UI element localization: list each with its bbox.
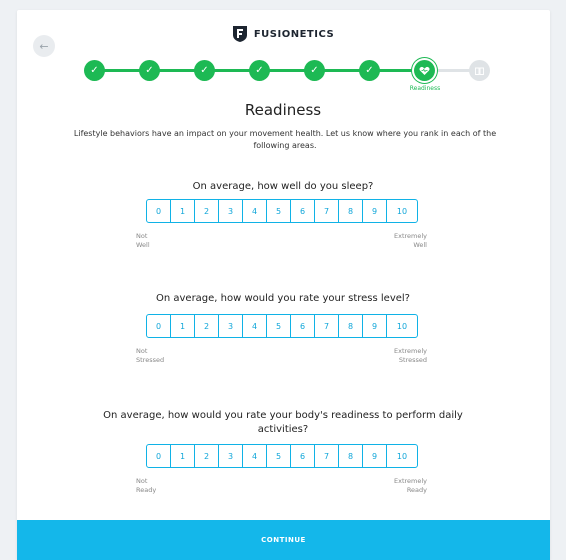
high-label-line-2: Ready — [406, 486, 427, 494]
rating-option[interactable]: 1 — [171, 200, 195, 222]
rating-option[interactable]: 6 — [291, 315, 315, 337]
rating-option[interactable]: 0 — [147, 200, 171, 222]
rating-scale-stress: 0 1 2 3 4 5 6 7 8 9 10 — [146, 314, 418, 338]
rating-option[interactable]: 4 — [243, 315, 267, 337]
rating-option[interactable]: 3 — [219, 445, 243, 467]
rating-option[interactable]: 10 — [387, 200, 417, 222]
low-label-line-1: Not — [136, 347, 148, 355]
rating-option[interactable]: 3 — [219, 315, 243, 337]
rating-option[interactable]: 10 — [387, 445, 417, 467]
continue-button[interactable]: CONTINUE — [17, 520, 550, 560]
low-label-line-2: Well — [136, 241, 150, 249]
check-icon: ✓ — [145, 65, 154, 76]
high-label-line-2: Stressed — [398, 356, 427, 364]
step-1-completed[interactable]: ✓ — [84, 60, 105, 81]
rating-option[interactable]: 0 — [147, 445, 171, 467]
rating-option[interactable]: 1 — [171, 445, 195, 467]
progress-stepper: ✓ ✓ ✓ ✓ ✓ ✓ Readiness — [84, 60, 494, 92]
rating-option[interactable]: 5 — [267, 445, 291, 467]
rating-option[interactable]: 7 — [315, 315, 339, 337]
step-8-upcoming — [469, 60, 490, 81]
rating-option[interactable]: 5 — [267, 315, 291, 337]
rating-option[interactable]: 2 — [195, 445, 219, 467]
low-label-line-2: Ready — [136, 486, 157, 494]
current-step-caption: Readiness — [409, 85, 441, 92]
rating-scale-readiness: 0 1 2 3 4 5 6 7 8 9 10 — [146, 444, 418, 468]
check-icon: ✓ — [310, 65, 319, 76]
scale-high-label: Extremely Well — [370, 232, 427, 250]
scale-low-label: Not Stressed — [136, 347, 164, 365]
check-icon: ✓ — [200, 65, 209, 76]
step-2-completed[interactable]: ✓ — [139, 60, 160, 81]
check-icon: ✓ — [365, 65, 374, 76]
rating-option[interactable]: 3 — [219, 200, 243, 222]
rating-option[interactable]: 8 — [339, 315, 363, 337]
rating-scale-sleep: 0 1 2 3 4 5 6 7 8 9 10 — [146, 199, 418, 223]
rating-option[interactable]: 6 — [291, 200, 315, 222]
page-title: Readiness — [244, 101, 322, 119]
rating-option[interactable]: 9 — [363, 315, 387, 337]
high-label-line-2: Well — [413, 241, 427, 249]
low-label-line-1: Not — [136, 232, 148, 240]
brand-name: FUSIONETICS — [253, 28, 335, 40]
questionnaire-card — [17, 10, 550, 560]
low-label-line-2: Stressed — [136, 356, 165, 364]
question-sleep: On average, how well do you sleep? — [192, 181, 374, 192]
step-3-completed[interactable]: ✓ — [194, 60, 215, 81]
heart-icon — [419, 66, 430, 75]
rating-option[interactable]: 10 — [387, 315, 417, 337]
rating-option[interactable]: 4 — [243, 445, 267, 467]
check-icon: ✓ — [90, 65, 99, 76]
step-5-completed[interactable]: ✓ — [304, 60, 325, 81]
brand-header: FUSIONETICS — [0, 25, 566, 43]
rating-option[interactable]: 9 — [363, 200, 387, 222]
rating-option[interactable]: 8 — [339, 445, 363, 467]
rating-option[interactable]: 2 — [195, 200, 219, 222]
rating-option[interactable]: 5 — [267, 200, 291, 222]
rating-option[interactable]: 8 — [339, 200, 363, 222]
rating-option[interactable]: 0 — [147, 315, 171, 337]
rating-option[interactable]: 7 — [315, 445, 339, 467]
question-stress: On average, how would you rate your stre… — [155, 293, 410, 304]
high-label-line-1: Extremely — [393, 477, 427, 485]
rating-option[interactable]: 7 — [315, 200, 339, 222]
rating-option[interactable]: 6 — [291, 445, 315, 467]
intro-text: Lifestyle behaviors have an impact on yo… — [73, 129, 497, 150]
high-label-line-1: Extremely — [393, 347, 427, 355]
scale-high-label: Extremely Ready — [370, 477, 427, 495]
fusionetics-logo-icon — [232, 26, 247, 42]
high-label-line-1: Extremely — [393, 232, 427, 240]
scale-high-label: Extremely Stressed — [370, 347, 427, 365]
question-readiness: On average, how would you rate your body… — [103, 410, 463, 435]
rating-option[interactable]: 9 — [363, 445, 387, 467]
scale-low-label: Not Well — [136, 232, 150, 250]
rating-option[interactable]: 1 — [171, 315, 195, 337]
scale-low-label: Not Ready — [136, 477, 156, 495]
low-label-line-1: Not — [136, 477, 148, 485]
check-icon: ✓ — [255, 65, 264, 76]
step-7-current[interactable] — [414, 60, 435, 81]
rating-option[interactable]: 4 — [243, 200, 267, 222]
book-icon — [475, 67, 484, 75]
step-4-completed[interactable]: ✓ — [249, 60, 270, 81]
step-6-completed[interactable]: ✓ — [359, 60, 380, 81]
rating-option[interactable]: 2 — [195, 315, 219, 337]
